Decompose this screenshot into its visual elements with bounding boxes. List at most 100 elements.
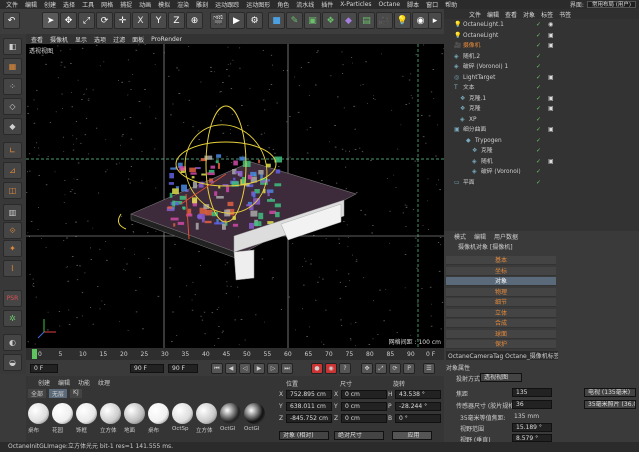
focal-preset-dropdown[interactable]: 电视 (135毫米) — [584, 388, 636, 397]
sensor-preset-dropdown[interactable]: 35毫米照片 (36.0毫米) — [584, 400, 636, 409]
layout-dropdown[interactable]: 常用布局 (用户) — [586, 1, 636, 8]
render-view-icon[interactable]: 🎬 — [210, 12, 227, 29]
current-frame-field[interactable]: 0 F — [30, 364, 58, 373]
attribute-tab[interactable]: 球面 — [446, 329, 556, 339]
material-swatch[interactable] — [220, 403, 241, 424]
material-swatch[interactable] — [100, 403, 121, 424]
y-axis-button[interactable]: Y — [150, 12, 167, 29]
menu-item[interactable]: 运动跟踪 — [215, 0, 239, 9]
material-swatch[interactable] — [196, 403, 217, 424]
apply-button[interactable]: 应用 — [392, 431, 432, 440]
sensor-size-field[interactable]: 36 — [512, 400, 552, 409]
autokey-icon[interactable]: ◉ — [325, 363, 337, 374]
visibility-check-icon[interactable]: ✓ — [536, 105, 541, 113]
render-settings-icon[interactable]: ⚙ — [246, 12, 263, 29]
object-row[interactable]: ❖ 克隆 ✓ ▣ — [444, 105, 639, 113]
fov-field[interactable]: 15.189 ° — [512, 423, 552, 432]
menu-item[interactable]: 文件 — [6, 0, 18, 9]
visibility-check-icon[interactable]: ✓ — [536, 32, 541, 40]
menu-item[interactable]: Octane — [379, 1, 401, 8]
attribute-tab[interactable]: 立体 — [446, 308, 556, 318]
cube-icon[interactable]: ■ — [268, 12, 285, 29]
attribute-tab[interactable]: 基本 — [446, 256, 556, 265]
polygon-mode-icon[interactable]: ◆ — [3, 118, 22, 135]
object-row[interactable]: ◎ LightTarget ✓ ▣ — [444, 74, 639, 82]
visibility-check-icon[interactable]: ✓ — [536, 158, 541, 166]
object-row[interactable]: ▣ 细分曲面 ✓ ▣ — [444, 126, 639, 134]
visibility-check-icon[interactable]: ✓ — [536, 95, 541, 103]
fov-vertical-field[interactable]: 8.579 ° — [512, 434, 552, 442]
world-coord-icon[interactable]: ⊕ — [186, 12, 203, 29]
material-swatch[interactable] — [244, 403, 265, 424]
more-icon[interactable]: ▸ — [428, 12, 442, 29]
param-key-icon[interactable]: P — [403, 363, 415, 374]
object-row[interactable]: ◈ 随机 ✓ ▣ — [444, 158, 639, 166]
camera-icon[interactable]: 🎥 — [376, 12, 393, 29]
material-swatch[interactable] — [124, 403, 145, 424]
scene-icon[interactable]: ▤ — [358, 12, 375, 29]
material-swatch[interactable] — [28, 403, 49, 424]
octane-live-icon[interactable]: ◐ — [3, 334, 22, 351]
menu-item[interactable]: 脚本 — [407, 0, 419, 9]
attribute-tab[interactable]: 合成 — [446, 319, 556, 328]
timeline-menu-icon[interactable]: ☰ — [423, 363, 435, 374]
undo-icon[interactable]: ↶ — [3, 12, 20, 29]
menu-item[interactable]: X-Particles — [340, 1, 371, 8]
viewport-menu-item[interactable]: 显示 — [75, 35, 87, 44]
light-icon[interactable]: 💡 — [394, 12, 411, 29]
max-frame-field[interactable]: 90 F — [168, 364, 198, 373]
end-frame-field[interactable]: 90 F — [130, 364, 164, 373]
object-row[interactable]: ❖ 克隆.1 ✓ ▣ — [444, 95, 639, 103]
tag-icon[interactable]: ▣ — [548, 126, 554, 134]
menu-item[interactable]: 创建 — [44, 0, 56, 9]
prev-frame-icon[interactable]: ◁ — [239, 363, 251, 374]
goto-start-icon[interactable]: ⏮ — [211, 363, 223, 374]
octane-settings-icon[interactable]: ◒ — [3, 354, 22, 371]
visibility-check-icon[interactable]: ✓ — [536, 53, 541, 61]
visibility-check-icon[interactable]: ✓ — [536, 147, 541, 155]
attribute-tab[interactable]: 对象 — [446, 277, 556, 286]
menu-item[interactable]: 流水线 — [296, 0, 314, 9]
model-mode-icon[interactable]: ◧ — [3, 38, 22, 55]
object-row[interactable]: 💡 OctaneLight ✓ ▣ — [444, 32, 639, 40]
visibility-check-icon[interactable]: ✓ — [536, 137, 541, 145]
object-menu-item[interactable]: 书签 — [559, 10, 571, 19]
locked-workplane-icon[interactable]: ⟐ — [3, 222, 22, 239]
focal-length-field[interactable]: 135 — [512, 388, 552, 397]
object-row[interactable]: ◈ 破碎 (Voronoi) 1 ✓ — [444, 63, 639, 71]
tag-icon[interactable]: ▣ — [548, 42, 554, 50]
visibility-check-icon[interactable]: ✓ — [536, 84, 541, 92]
select-arrow-icon[interactable]: ➤ — [42, 12, 59, 29]
next-frame-icon[interactable]: ▷ — [267, 363, 279, 374]
menu-item[interactable]: 捕捉 — [120, 0, 132, 9]
brush-icon[interactable]: ⌇ — [3, 260, 22, 277]
menu-item[interactable]: 角色 — [277, 0, 289, 9]
subdivision-icon[interactable]: ▣ — [304, 12, 321, 29]
deformer-icon[interactable]: ◆ — [340, 12, 357, 29]
size-field[interactable]: 0 cm — [341, 390, 387, 399]
material-swatch[interactable] — [76, 403, 97, 424]
rotate-icon[interactable]: ⟳ — [96, 12, 113, 29]
visibility-check-icon[interactable]: ✓ — [536, 42, 541, 50]
object-menu-item[interactable]: 文件 — [469, 10, 481, 19]
scale-key-icon[interactable]: ⤢ — [375, 363, 387, 374]
viewport-menu-item[interactable]: 摄像机 — [50, 35, 68, 44]
object-row[interactable]: ◈ 破碎 (Voronoi) ✓ — [444, 168, 639, 176]
move-tool-icon[interactable]: ✛ — [114, 12, 131, 29]
visibility-check-icon[interactable]: ✓ — [536, 116, 541, 124]
tweak-icon[interactable]: ⊿ — [3, 162, 22, 179]
tag-icon[interactable]: ▣ — [548, 32, 554, 40]
playhead[interactable] — [32, 349, 37, 359]
layout-selector[interactable]: 界面: 常用布局 (用户) — [559, 0, 639, 9]
menu-item[interactable]: 动画 — [139, 0, 151, 9]
position-field[interactable]: -845.752 cm — [286, 414, 332, 423]
render-icon[interactable]: ▶ — [228, 12, 245, 29]
object-menu-item[interactable]: 对象 — [523, 10, 535, 19]
viewport-menu-item[interactable]: 选项 — [94, 35, 106, 44]
menu-item[interactable]: 窗口 — [426, 0, 438, 9]
rotate-key-icon[interactable]: ⟳ — [389, 363, 401, 374]
attribute-tab[interactable]: 物理 — [446, 287, 556, 297]
attribute-tab[interactable]: 保护 — [446, 340, 556, 349]
tag-icon[interactable]: ▣ — [548, 158, 554, 166]
menu-item[interactable]: 渲染 — [177, 0, 189, 9]
